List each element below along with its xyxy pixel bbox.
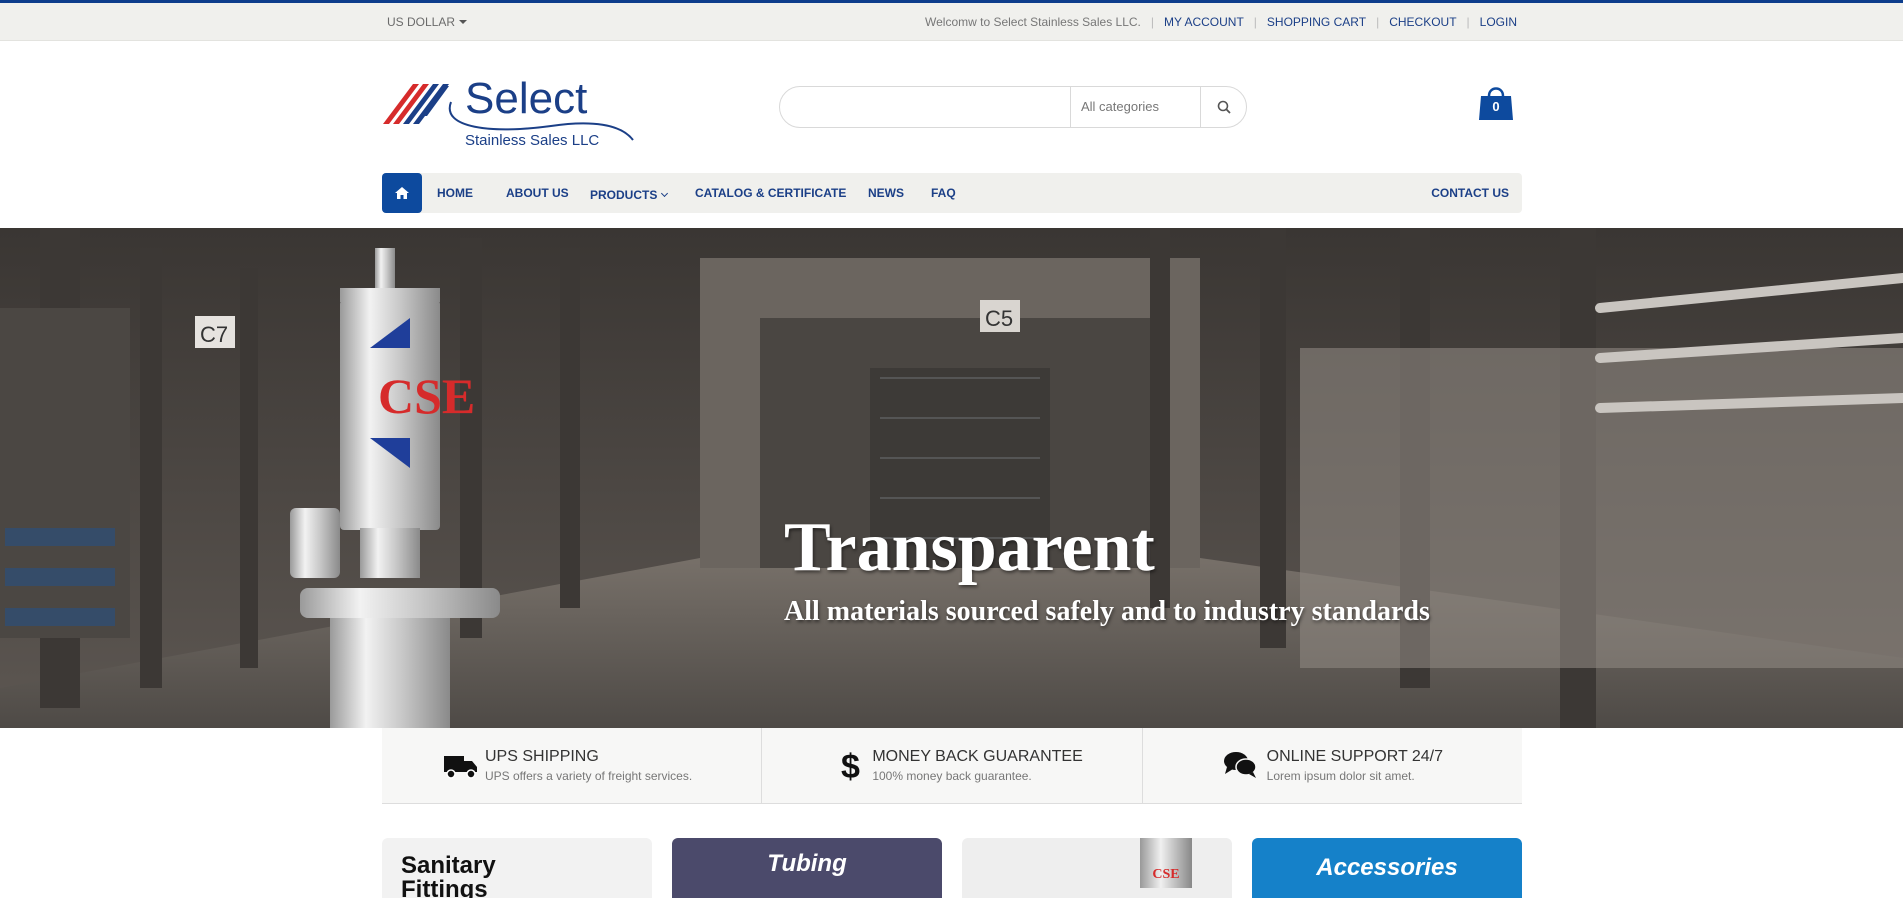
welcome-message: Welcomw to Select Stainless Sales LLC. [925, 15, 1141, 29]
category-title: Tubing [767, 850, 847, 877]
top-links: Welcomw to Select Stainless Sales LLC. |… [925, 15, 1517, 29]
chevron-down-icon [661, 189, 669, 198]
nav-home[interactable]: HOME [437, 186, 473, 200]
feature-support: ONLINE SUPPORT 24/7 Lorem ipsum dolor si… [1143, 728, 1522, 803]
nav-catalog-certificate[interactable]: CATALOG & CERTIFICATE [695, 186, 846, 200]
features-bar: UPS SHIPPING UPS offers a variety of fre… [382, 728, 1522, 804]
svg-text:CSE: CSE [378, 368, 475, 424]
my-account-link[interactable]: MY ACCOUNT [1164, 15, 1244, 29]
shopping-cart-link[interactable]: SHOPPING CART [1267, 15, 1366, 29]
separator: | [1253, 15, 1257, 29]
category-title: Accessories [1316, 854, 1458, 881]
svg-text:C5: C5 [985, 306, 1013, 331]
nav-contact-us[interactable]: CONTACT US [1431, 186, 1509, 200]
svg-text:Stainless Sales LLC: Stainless Sales LLC [465, 132, 599, 149]
dollar-icon: $ [841, 748, 860, 784]
cart-count: 0 [1492, 99, 1500, 114]
category-card-tubing[interactable]: Tubing [672, 838, 942, 898]
feature-desc: Lorem ipsum dolor sit amet. [1266, 769, 1415, 783]
separator: | [1376, 15, 1380, 29]
cse-valve-product-image: CSE [290, 248, 500, 728]
home-button[interactable] [382, 173, 422, 213]
caret-down-icon [459, 20, 468, 24]
search-bar: All categories [779, 86, 1247, 128]
category-select[interactable]: All categories [1070, 87, 1200, 127]
search-button[interactable] [1200, 87, 1246, 127]
nav-news[interactable]: NEWS [868, 186, 904, 200]
checkout-link[interactable]: CHECKOUT [1389, 15, 1456, 29]
hero-subtitle: All materials sourced safely and to indu… [784, 596, 1430, 627]
nav-products-label: PRODUCTS [590, 188, 658, 202]
cse-product-thumbnail: CSE [1140, 838, 1192, 888]
category-title: Sanitary Fittings [401, 854, 496, 898]
separator: | [1150, 15, 1154, 29]
nav-faq[interactable]: FAQ [931, 186, 956, 200]
feature-shipping: UPS SHIPPING UPS offers a variety of fre… [382, 728, 763, 803]
category-title-line2: Fittings [401, 876, 488, 898]
feature-desc: UPS offers a variety of freight services… [485, 769, 693, 783]
search-input[interactable] [780, 87, 1070, 127]
hero-title: Transparent [784, 509, 1155, 586]
category-card-cse[interactable]: CSE [962, 838, 1232, 898]
feature-title: ONLINE SUPPORT 24/7 [1266, 748, 1444, 765]
category-title-line1: Sanitary [401, 852, 496, 879]
svg-text:CSE: CSE [1152, 867, 1179, 882]
category-card-sanitary-fittings[interactable]: Sanitary Fittings [382, 838, 652, 898]
nav-products[interactable]: PRODUCTS [590, 186, 669, 204]
nav-about-us[interactable]: ABOUT US [506, 186, 569, 200]
feature-title: UPS SHIPPING [485, 748, 599, 765]
truck-icon [444, 756, 477, 779]
feature-desc: 100% money back guarantee. [872, 769, 1032, 783]
select-logo-icon: Select Stainless Sales LLC [383, 74, 634, 149]
svg-text:$: $ [841, 748, 860, 784]
login-link[interactable]: LOGIN [1480, 15, 1517, 29]
feature-title: MONEY BACK GUARANTEE [872, 748, 1083, 765]
currency-label: US DOLLAR [387, 15, 456, 29]
site-logo[interactable]: Select Stainless Sales LLC [381, 68, 637, 150]
hero-banner: C7 C5 CSE Transparent All materials sour… [0, 228, 1903, 728]
separator: | [1466, 15, 1470, 29]
top-bar: US DOLLAR Welcomw to Select Stainless Sa… [0, 3, 1903, 41]
feature-money-back: $ MONEY BACK GUARANTEE 100% money back g… [762, 728, 1143, 803]
main-nav: HOME ABOUT US PRODUCTS CATALOG & CERTIFI… [382, 173, 1522, 213]
home-icon [395, 187, 409, 199]
search-icon [1217, 100, 1231, 114]
svg-text:Select: Select [465, 74, 587, 123]
currency-selector[interactable]: US DOLLAR [387, 15, 468, 29]
category-cards: Sanitary Fittings Tubing CSE Accessories [382, 838, 1522, 898]
cart-button[interactable]: 0 [1478, 84, 1514, 122]
svg-text:C7: C7 [200, 322, 228, 347]
category-card-accessories[interactable]: Accessories [1252, 838, 1522, 898]
chat-icon [1223, 752, 1257, 778]
